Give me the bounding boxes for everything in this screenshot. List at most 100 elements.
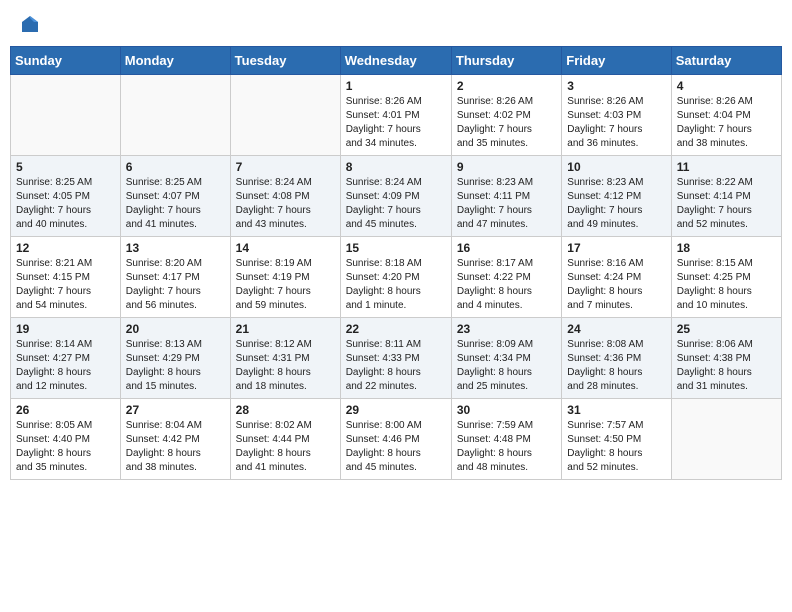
day-number: 28 <box>236 403 335 417</box>
day-content: Sunrise: 8:19 AM Sunset: 4:19 PM Dayligh… <box>236 257 335 313</box>
day-content: Sunrise: 8:08 AM Sunset: 4:36 PM Dayligh… <box>567 338 665 394</box>
calendar-cell: 14 Sunrise: 8:19 AM Sunset: 4:19 PM Dayli… <box>230 237 340 318</box>
day-number: 17 <box>567 241 665 255</box>
calendar-cell: 24 Sunrise: 8:08 AM Sunset: 4:36 PM Dayli… <box>562 318 671 399</box>
calendar-week-row: 12Sunrise: 8:21 AM Sunset: 4:15 PM Dayli… <box>11 237 782 318</box>
logo <box>18 14 40 34</box>
day-content: Sunrise: 8:17 AM Sunset: 4:22 PM Dayligh… <box>457 257 556 313</box>
day-content: Sunrise: 8:21 AM Sunset: 4:15 PM Dayligh… <box>16 257 115 313</box>
day-number: 6 <box>126 160 225 174</box>
weekday-header: Friday <box>562 47 671 75</box>
weekday-header: Monday <box>120 47 230 75</box>
calendar-cell: 4Sunrise: 8:26 AM Sunset: 4:04 PM Daylig… <box>671 75 781 156</box>
calendar-cell <box>120 75 230 156</box>
day-content: Sunrise: 8:06 AM Sunset: 4:38 PM Dayligh… <box>677 338 776 394</box>
day-number: 3 <box>567 79 665 93</box>
calendar-cell: 5 Sunrise: 8:25 AM Sunset: 4:05 PM Daylig… <box>11 156 121 237</box>
day-content: Sunrise: 8:22 AM Sunset: 4:14 PM Dayligh… <box>677 176 776 232</box>
calendar-cell: 1 Sunrise: 8:26 AM Sunset: 4:01 PM Daylig… <box>340 75 451 156</box>
calendar-cell: 8 Sunrise: 8:24 AM Sunset: 4:09 PM Daylig… <box>340 156 451 237</box>
day-content: Sunrise: 8:15 AM Sunset: 4:25 PM Dayligh… <box>677 257 776 313</box>
day-number: 16 <box>457 241 556 255</box>
day-number: 25 <box>677 322 776 336</box>
day-content: Sunrise: 8:02 AM Sunset: 4:44 PM Dayligh… <box>236 419 335 475</box>
day-number: 15 <box>346 241 446 255</box>
logo-icon <box>20 14 40 34</box>
calendar-cell: 16 Sunrise: 8:17 AM Sunset: 4:22 PM Dayli… <box>451 237 561 318</box>
day-content: Sunrise: 8:23 AM Sunset: 4:11 PM Dayligh… <box>457 176 556 232</box>
day-number: 24 <box>567 322 665 336</box>
day-content: Sunrise: 8:05 AM Sunset: 4:40 PM Dayligh… <box>16 419 115 475</box>
day-content: Sunrise: 8:26 AM Sunset: 4:03 PM Dayligh… <box>567 95 665 151</box>
calendar-cell: 9 Sunrise: 8:23 AM Sunset: 4:11 PM Daylig… <box>451 156 561 237</box>
calendar-week-row: 26Sunrise: 8:05 AM Sunset: 4:40 PM Dayli… <box>11 399 782 480</box>
day-content: Sunrise: 7:57 AM Sunset: 4:50 PM Dayligh… <box>567 419 665 475</box>
day-content: Sunrise: 8:13 AM Sunset: 4:29 PM Dayligh… <box>126 338 225 394</box>
day-content: Sunrise: 7:59 AM Sunset: 4:48 PM Dayligh… <box>457 419 556 475</box>
day-number: 14 <box>236 241 335 255</box>
day-number: 11 <box>677 160 776 174</box>
calendar-cell: 17 Sunrise: 8:16 AM Sunset: 4:24 PM Dayli… <box>562 237 671 318</box>
day-number: 7 <box>236 160 335 174</box>
calendar-week-row: 1 Sunrise: 8:26 AM Sunset: 4:01 PM Daylig… <box>11 75 782 156</box>
day-content: Sunrise: 8:23 AM Sunset: 4:12 PM Dayligh… <box>567 176 665 232</box>
calendar-cell: 23Sunrise: 8:09 AM Sunset: 4:34 PM Dayli… <box>451 318 561 399</box>
weekday-header: Wednesday <box>340 47 451 75</box>
day-number: 4 <box>677 79 776 93</box>
day-number: 20 <box>126 322 225 336</box>
calendar-cell: 7 Sunrise: 8:24 AM Sunset: 4:08 PM Daylig… <box>230 156 340 237</box>
calendar-cell: 12Sunrise: 8:21 AM Sunset: 4:15 PM Dayli… <box>11 237 121 318</box>
weekday-header: Sunday <box>11 47 121 75</box>
day-content: Sunrise: 8:24 AM Sunset: 4:08 PM Dayligh… <box>236 176 335 232</box>
day-content: Sunrise: 8:14 AM Sunset: 4:27 PM Dayligh… <box>16 338 115 394</box>
day-number: 18 <box>677 241 776 255</box>
day-content: Sunrise: 8:25 AM Sunset: 4:05 PM Dayligh… <box>16 176 115 232</box>
calendar-cell: 10 Sunrise: 8:23 AM Sunset: 4:12 PM Dayli… <box>562 156 671 237</box>
day-content: Sunrise: 8:09 AM Sunset: 4:34 PM Dayligh… <box>457 338 556 394</box>
day-content: Sunrise: 8:26 AM Sunset: 4:02 PM Dayligh… <box>457 95 556 151</box>
day-number: 29 <box>346 403 446 417</box>
calendar-cell: 20 Sunrise: 8:13 AM Sunset: 4:29 PM Dayli… <box>120 318 230 399</box>
day-number: 1 <box>346 79 446 93</box>
day-content: Sunrise: 8:25 AM Sunset: 4:07 PM Dayligh… <box>126 176 225 232</box>
day-number: 19 <box>16 322 115 336</box>
day-number: 30 <box>457 403 556 417</box>
day-number: 5 <box>16 160 115 174</box>
calendar-cell: 29 Sunrise: 8:00 AM Sunset: 4:46 PM Dayli… <box>340 399 451 480</box>
calendar-cell: 27 Sunrise: 8:04 AM Sunset: 4:42 PM Dayli… <box>120 399 230 480</box>
day-number: 9 <box>457 160 556 174</box>
day-number: 21 <box>236 322 335 336</box>
day-number: 2 <box>457 79 556 93</box>
day-number: 8 <box>346 160 446 174</box>
calendar-table: SundayMondayTuesdayWednesdayThursdayFrid… <box>10 46 782 480</box>
calendar-cell: 19 Sunrise: 8:14 AM Sunset: 4:27 PM Dayli… <box>11 318 121 399</box>
calendar-cell <box>230 75 340 156</box>
calendar-cell: 15Sunrise: 8:18 AM Sunset: 4:20 PM Dayli… <box>340 237 451 318</box>
day-number: 10 <box>567 160 665 174</box>
day-content: Sunrise: 8:24 AM Sunset: 4:09 PM Dayligh… <box>346 176 446 232</box>
day-content: Sunrise: 8:04 AM Sunset: 4:42 PM Dayligh… <box>126 419 225 475</box>
calendar-cell: 30 Sunrise: 7:59 AM Sunset: 4:48 PM Dayli… <box>451 399 561 480</box>
calendar-header-row: SundayMondayTuesdayWednesdayThursdayFrid… <box>11 47 782 75</box>
calendar-cell: 13Sunrise: 8:20 AM Sunset: 4:17 PM Dayli… <box>120 237 230 318</box>
weekday-header: Tuesday <box>230 47 340 75</box>
calendar-cell: 28 Sunrise: 8:02 AM Sunset: 4:44 PM Dayli… <box>230 399 340 480</box>
day-content: Sunrise: 8:26 AM Sunset: 4:01 PM Dayligh… <box>346 95 446 151</box>
calendar-cell: 3 Sunrise: 8:26 AM Sunset: 4:03 PM Daylig… <box>562 75 671 156</box>
day-number: 22 <box>346 322 446 336</box>
calendar-week-row: 19 Sunrise: 8:14 AM Sunset: 4:27 PM Dayli… <box>11 318 782 399</box>
day-content: Sunrise: 8:00 AM Sunset: 4:46 PM Dayligh… <box>346 419 446 475</box>
calendar-cell: 6 Sunrise: 8:25 AM Sunset: 4:07 PM Daylig… <box>120 156 230 237</box>
calendar-cell: 31 Sunrise: 7:57 AM Sunset: 4:50 PM Dayli… <box>562 399 671 480</box>
calendar-cell <box>671 399 781 480</box>
day-content: Sunrise: 8:12 AM Sunset: 4:31 PM Dayligh… <box>236 338 335 394</box>
day-number: 27 <box>126 403 225 417</box>
calendar-cell: 22Sunrise: 8:11 AM Sunset: 4:33 PM Dayli… <box>340 318 451 399</box>
day-content: Sunrise: 8:20 AM Sunset: 4:17 PM Dayligh… <box>126 257 225 313</box>
calendar-cell: 26Sunrise: 8:05 AM Sunset: 4:40 PM Dayli… <box>11 399 121 480</box>
calendar-cell: 11 Sunrise: 8:22 AM Sunset: 4:14 PM Dayli… <box>671 156 781 237</box>
calendar-cell: 21 Sunrise: 8:12 AM Sunset: 4:31 PM Dayli… <box>230 318 340 399</box>
day-content: Sunrise: 8:16 AM Sunset: 4:24 PM Dayligh… <box>567 257 665 313</box>
day-number: 31 <box>567 403 665 417</box>
calendar-cell: 2 Sunrise: 8:26 AM Sunset: 4:02 PM Daylig… <box>451 75 561 156</box>
